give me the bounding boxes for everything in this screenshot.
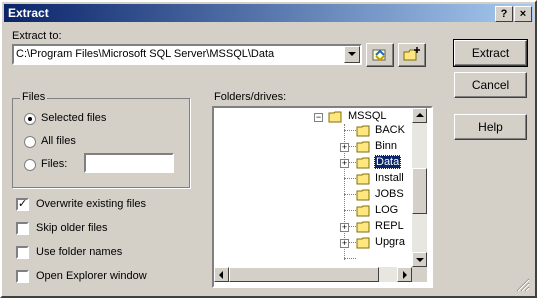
expand-toggle-icon[interactable]: + xyxy=(340,159,349,168)
cancel-button[interactable]: Cancel xyxy=(454,72,527,98)
extract-to-value: C:\Program Files\Microsoft SQL Server\MS… xyxy=(16,48,275,60)
files-pattern-input[interactable] xyxy=(84,153,174,173)
folder-tree[interactable]: − MSSQL BACK + Binn + Data Install JOBS … xyxy=(212,106,433,288)
all-files-radio[interactable] xyxy=(24,136,36,148)
folder-open-icon xyxy=(328,111,342,123)
overwrite-checkbox[interactable]: ✓ xyxy=(16,198,29,211)
new-folder-button[interactable] xyxy=(398,43,426,67)
overwrite-label[interactable]: Overwrite existing files xyxy=(36,198,146,210)
horizontal-scroll-thumb[interactable] xyxy=(229,267,379,282)
window-title: Extract xyxy=(8,6,49,20)
files-label[interactable]: Files: xyxy=(41,158,67,170)
all-files-label[interactable]: All files xyxy=(41,135,76,147)
skip-older-checkbox[interactable] xyxy=(16,222,29,235)
extract-to-label: Extract to: xyxy=(12,30,62,42)
close-title-button[interactable]: × xyxy=(514,6,532,22)
refresh-icon xyxy=(372,49,386,62)
expand-toggle-icon[interactable]: + xyxy=(340,223,349,232)
extract-dialog: Extract ? × Extract to: C:\Program Files… xyxy=(0,0,537,298)
new-folder-icon xyxy=(403,47,420,61)
dropdown-arrow-button[interactable] xyxy=(344,46,360,63)
extract-to-combobox[interactable]: C:\Program Files\Microsoft SQL Server\MS… xyxy=(12,44,362,65)
expand-toggle-icon[interactable]: + xyxy=(340,239,349,248)
help-title-button[interactable]: ? xyxy=(495,6,513,22)
scrollbar-corner xyxy=(412,267,427,282)
expand-toggle-icon[interactable]: + xyxy=(340,143,349,152)
title-bar[interactable]: Extract ? × xyxy=(4,4,533,22)
vertical-scroll-thumb[interactable] xyxy=(412,168,427,214)
use-folder-names-label[interactable]: Use folder names xyxy=(36,246,122,258)
selected-files-radio[interactable] xyxy=(24,113,36,125)
open-explorer-label[interactable]: Open Explorer window xyxy=(36,270,147,282)
help-button[interactable]: Help xyxy=(454,114,527,140)
folders-drives-label: Folders/drives: xyxy=(214,91,287,103)
folder-icon xyxy=(356,221,370,233)
collapse-toggle-icon[interactable]: − xyxy=(314,113,323,122)
horizontal-scrollbar[interactable] xyxy=(214,267,412,282)
vertical-scrollbar[interactable] xyxy=(412,108,427,267)
folder-open-icon xyxy=(356,157,370,169)
folder-tree-viewport: − MSSQL BACK + Binn + Data Install JOBS … xyxy=(214,108,412,267)
folder-icon xyxy=(356,125,370,137)
open-explorer-checkbox[interactable] xyxy=(16,270,29,283)
folder-icon xyxy=(356,173,370,185)
scroll-right-button[interactable] xyxy=(397,267,412,282)
resize-grip-icon[interactable] xyxy=(516,278,530,292)
skip-older-label[interactable]: Skip older files xyxy=(36,222,108,234)
use-folder-names-checkbox[interactable] xyxy=(16,246,29,259)
folder-icon xyxy=(356,189,370,201)
folder-icon xyxy=(356,141,370,153)
files-radio[interactable] xyxy=(24,159,36,171)
selected-files-label[interactable]: Selected files xyxy=(41,112,106,124)
folder-icon xyxy=(356,237,370,249)
scroll-left-button[interactable] xyxy=(214,267,229,282)
scroll-down-button[interactable] xyxy=(412,252,427,267)
extract-button[interactable]: Extract xyxy=(453,39,528,67)
folder-icon xyxy=(356,205,370,217)
scroll-up-button[interactable] xyxy=(412,108,427,123)
files-group-title: Files xyxy=(20,91,48,103)
refresh-folder-button[interactable] xyxy=(366,43,394,67)
